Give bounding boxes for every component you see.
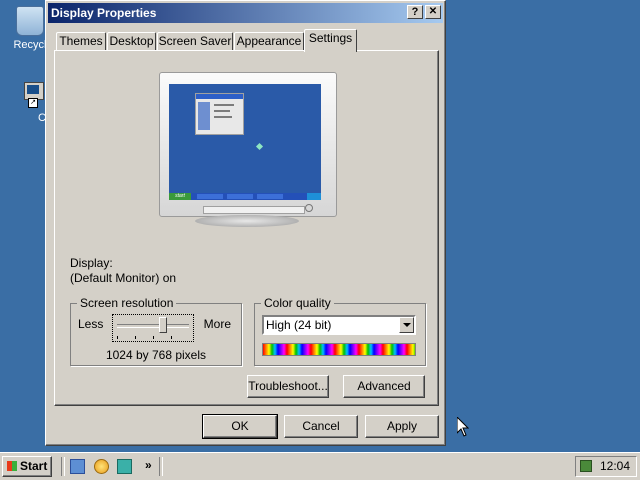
quick-launch-separator [61, 457, 65, 476]
tab-themes[interactable]: Themes [56, 32, 106, 51]
preview-window [195, 93, 244, 135]
tab-appearance[interactable]: Appearance [234, 32, 304, 51]
display-label: Display: [70, 256, 113, 270]
less-label: Less [78, 317, 104, 331]
monitor-screen: start [169, 84, 321, 200]
settings-panel: start Display: (Default Monitor) on Scre… [54, 50, 439, 406]
slider-ticks [117, 336, 189, 339]
taskbar: Start » 12:04 [0, 452, 640, 480]
chevron-down-icon [403, 323, 411, 327]
monitor-control-bar [203, 206, 305, 214]
screen-resolution-group: Screen resolution Less More 1024 by 768 … [70, 296, 242, 366]
shortcut-arrow-icon: ↗ [28, 98, 38, 108]
title-bar[interactable]: Display Properties ? ✕ [48, 3, 443, 23]
power-button-icon [305, 204, 313, 212]
ok-button[interactable]: OK [202, 414, 278, 439]
screen-resolution-label: Screen resolution [77, 296, 177, 310]
display-properties-window: Display Properties ? ✕ Themes Desktop Sc… [45, 0, 446, 446]
display-value: (Default Monitor) on [70, 271, 177, 285]
system-tray: 12:04 [575, 456, 637, 477]
window-title: Display Properties [51, 6, 157, 20]
tab-settings[interactable]: Settings [304, 29, 357, 52]
resolution-value: 1024 by 768 pixels [105, 348, 207, 362]
troubleshoot-button[interactable]: Troubleshoot... [247, 375, 329, 398]
windows-logo-icon [7, 461, 17, 471]
quick-launch-chevron-icon[interactable]: » [145, 458, 152, 472]
tab-screen-saver[interactable]: Screen Saver [157, 32, 233, 51]
more-label: More [203, 317, 231, 331]
network-tray-icon[interactable] [580, 460, 592, 472]
color-quality-group: Color quality High (24 bit) [254, 296, 426, 366]
recycle-bin-icon [16, 6, 44, 36]
slider-thumb[interactable] [159, 317, 167, 333]
preview-cursor-icon [255, 142, 264, 151]
start-label: Start [20, 459, 48, 473]
dropdown-button[interactable] [399, 317, 414, 333]
start-button[interactable]: Start [2, 456, 52, 477]
color-quality-label: Color quality [261, 296, 334, 310]
resolution-slider[interactable] [112, 314, 194, 342]
preview-start-button: start [169, 193, 191, 200]
mouse-cursor-icon [457, 417, 469, 437]
close-button[interactable]: ✕ [425, 5, 441, 19]
apply-button[interactable]: Apply [365, 415, 439, 438]
help-button[interactable]: ? [407, 5, 423, 19]
clock[interactable]: 12:04 [600, 459, 630, 473]
preview-taskbar: start [169, 193, 321, 200]
color-spectrum-bar [262, 343, 416, 356]
cancel-button[interactable]: Cancel [284, 415, 358, 438]
monitor-preview: start [159, 72, 337, 230]
internet-explorer-icon[interactable] [94, 459, 109, 474]
monitor-stand [195, 215, 299, 227]
color-quality-value: High (24 bit) [266, 318, 332, 332]
show-desktop-icon[interactable] [70, 459, 85, 474]
slider-track [117, 324, 189, 328]
color-quality-select[interactable]: High (24 bit) [262, 315, 416, 335]
advanced-button[interactable]: Advanced [343, 375, 425, 398]
network-icon[interactable] [117, 459, 132, 474]
close-icon: ✕ [428, 6, 438, 17]
taskbar-separator [159, 457, 163, 476]
tab-desktop[interactable]: Desktop [107, 32, 156, 51]
